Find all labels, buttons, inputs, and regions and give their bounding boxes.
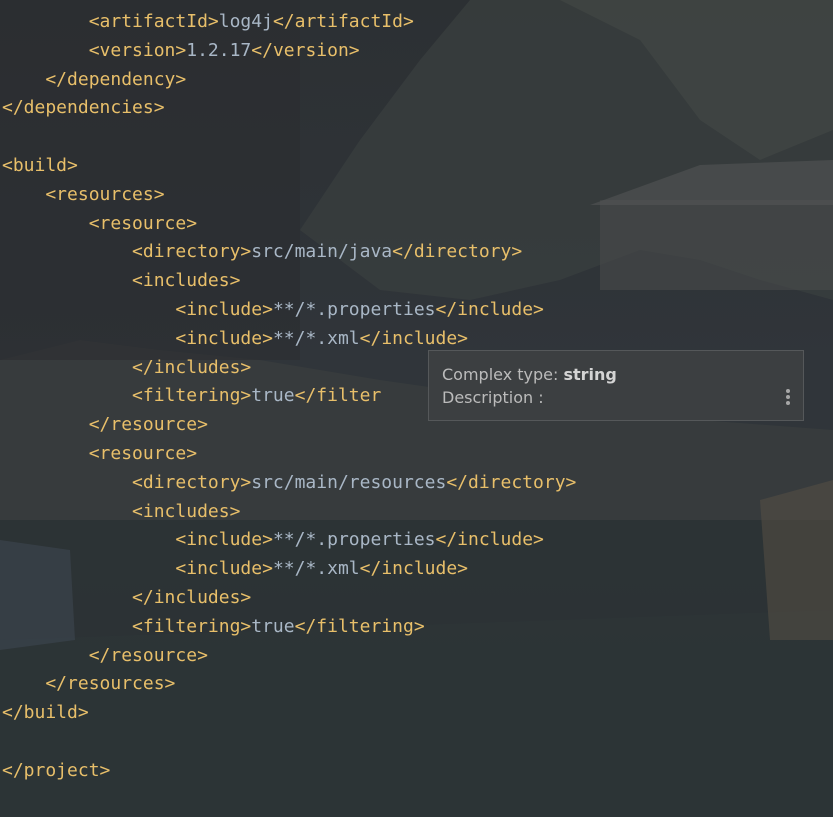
xml-tag: <resources> [2,183,165,205]
xml-tag: </resource> [2,644,208,666]
code-line[interactable]: <filtering>true</filter [2,381,381,410]
code-line[interactable]: </build> [2,698,89,727]
code-line[interactable]: <build> [2,151,78,180]
xml-tag: </includes> [2,587,252,608]
xml-text: **/*.xml [272,327,360,349]
code-line[interactable]: </resources> [2,669,175,698]
description-label: Description : [442,388,544,407]
xml-tag: </dependency> [2,68,187,90]
xml-tag: </filter [294,385,382,407]
xml-tag: </filtering> [294,615,425,637]
xml-text: log4j [218,11,273,32]
xml-tag: <include> [2,529,273,551]
complex-type-row: Complex type: string [442,365,617,384]
code-line[interactable]: <includes> [2,497,240,526]
code-line[interactable]: </resource> [2,410,208,439]
code-line[interactable]: <resource> [2,439,197,468]
xml-tag: <includes> [2,270,241,292]
code-line[interactable]: </includes> [2,583,251,612]
xml-tag: <resource> [2,443,198,464]
xml-tag: </dependencies> [2,97,165,119]
code-line[interactable]: <resource> [2,209,197,238]
xml-tag: <include> [2,558,273,580]
xml-tag: </includes> [2,356,252,378]
xml-tag: </build> [2,702,89,724]
xml-tag: </include> [435,299,544,320]
code-line[interactable]: <version>1.2.17</version> [2,36,360,65]
code-line[interactable]: <includes> [2,266,240,295]
xml-tag: </include> [359,558,469,580]
xml-text: src/main/resources [251,471,447,493]
documentation-tooltip: Complex type: string Description : [428,350,804,421]
xml-text: src/main/java [251,241,393,263]
xml-tag: </artifactId> [272,11,414,32]
code-line[interactable]: <directory>src/main/resources</directory… [2,468,576,497]
code-line[interactable]: <include>**/*.properties</include> [2,525,544,554]
code-line[interactable]: </includes> [2,353,251,382]
xml-tag: <filtering> [2,385,252,407]
complex-type-value: string [563,365,617,384]
xml-tag: <include> [2,327,273,349]
code-line[interactable]: <include>**/*.xml</include> [2,324,468,353]
xml-tag: </directory> [392,241,523,263]
xml-text: **/*.properties [272,529,436,551]
vertical-ellipsis-icon[interactable] [785,389,791,409]
code-line[interactable]: </dependency> [2,65,186,94]
xml-tag: <resource> [2,212,198,234]
xml-tag: <version> [2,39,187,61]
xml-tag: <artifactId> [2,11,219,32]
xml-tag: </resource> [2,414,208,436]
code-line[interactable]: <include>**/*.properties</include> [2,295,544,324]
xml-tag: <include> [2,299,273,320]
code-line[interactable]: <artifactId>log4j</artifactId> [2,7,414,36]
xml-tag: </directory> [446,471,577,493]
code-line[interactable]: </dependencies> [2,93,165,122]
xml-text: true [251,615,295,637]
code-line[interactable]: <resources> [2,180,165,209]
xml-tag: </include> [435,529,544,551]
xml-tag: </include> [359,327,469,349]
complex-type-label: Complex type: [442,365,564,384]
xml-text: true [251,385,295,407]
code-line[interactable]: <filtering>true</filtering> [2,612,425,641]
code-line[interactable]: <include>**/*.xml</include> [2,554,468,583]
xml-tag: <filtering> [2,615,252,637]
xml-tag: </project> [2,759,111,781]
xml-tag: </resources> [2,673,176,695]
xml-text: 1.2.17 [186,39,252,61]
code-line[interactable]: <directory>src/main/java</directory> [2,237,522,266]
xml-tag: <build> [2,155,78,176]
xml-tag: <includes> [2,500,241,522]
xml-text: **/*.xml [272,558,360,580]
code-line[interactable]: </project> [2,756,110,785]
xml-tag: <directory> [2,471,252,493]
xml-tag: <directory> [2,241,252,263]
code-line[interactable]: </resource> [2,641,208,670]
xml-tag: </version> [251,39,360,61]
xml-text: **/*.properties [272,299,436,320]
